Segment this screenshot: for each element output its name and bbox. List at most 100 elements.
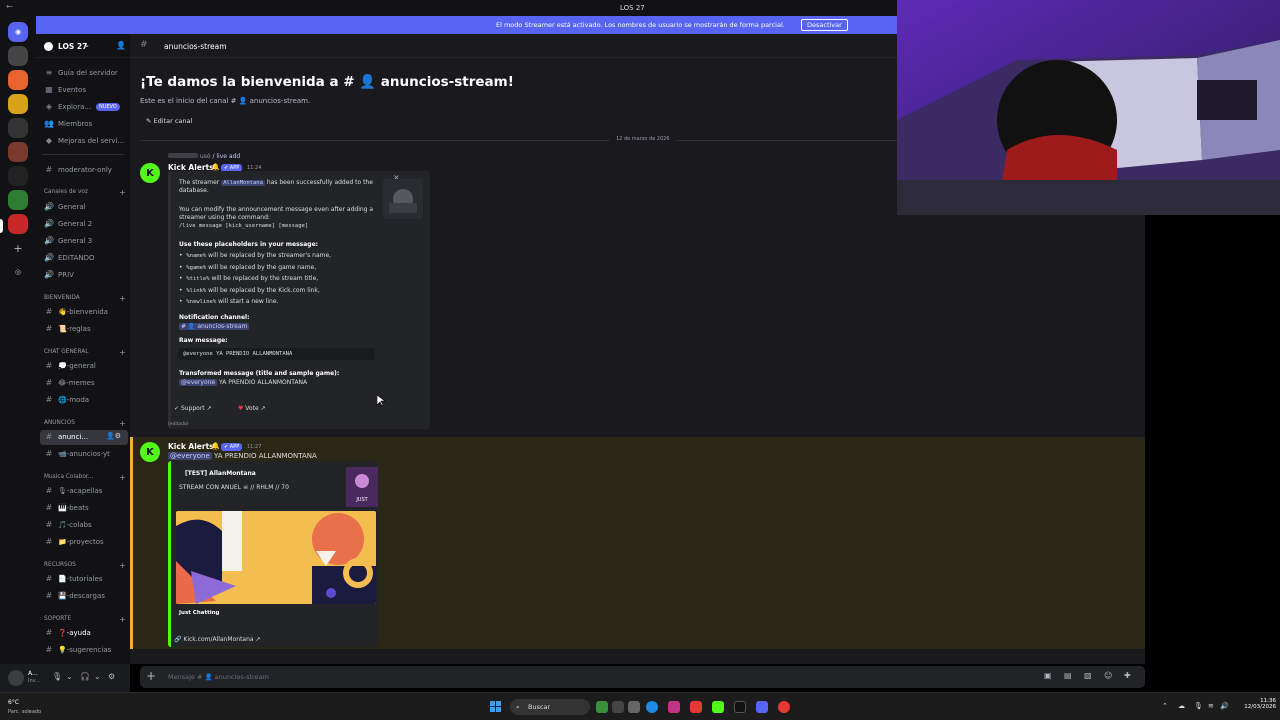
app-icon[interactable] xyxy=(612,701,624,713)
category-voice[interactable]: Canales de voz + xyxy=(44,188,128,197)
channel-settings-icon[interactable]: 👤⚙ xyxy=(106,432,121,440)
mic-icon[interactable]: 🎙 xyxy=(1194,702,1203,710)
microphone-icon[interactable]: 🎙 xyxy=(52,672,62,681)
add-channel-icon[interactable]: + xyxy=(119,615,126,624)
server-icon[interactable] xyxy=(8,46,28,66)
edge-icon[interactable] xyxy=(646,701,658,713)
kick-alerts-avatar[interactable]: K xyxy=(140,442,160,462)
volume-icon[interactable]: 🔊 xyxy=(1220,702,1229,710)
add-channel-icon[interactable]: + xyxy=(119,188,126,197)
voice-channel[interactable]: 🔊 EDITANDO xyxy=(40,251,128,266)
category-recursos[interactable]: RECURSOS + xyxy=(44,561,128,570)
text-channel[interactable]: # 🎹-beats xyxy=(40,501,128,516)
vote-button[interactable]: ♥ Vote ↗ xyxy=(234,403,270,415)
text-channel[interactable]: # 🎵-colabs xyxy=(40,518,128,533)
discord-icon[interactable] xyxy=(756,701,768,713)
category-soporte[interactable]: SOPORTE + xyxy=(44,615,128,624)
server-icon[interactable] xyxy=(8,118,28,138)
text-channel[interactable]: # 🌐-moda xyxy=(40,393,128,408)
server-icon[interactable] xyxy=(8,70,28,90)
active-server-icon[interactable] xyxy=(8,214,28,234)
sidebar-item-explore[interactable]: ◈ Explora... NUEVO xyxy=(40,100,128,115)
tiktok-icon[interactable] xyxy=(734,701,746,713)
text-channel[interactable]: # 📁-proyectos xyxy=(40,535,128,550)
text-channel[interactable]: # 👋-bienvenida xyxy=(40,305,128,320)
sidebar-item-boosts[interactable]: ◆ Mejoras del servi... xyxy=(40,134,128,149)
voice-channel[interactable]: 🔊 General xyxy=(40,200,128,215)
message-composer[interactable]: + Mensaje # 👤 anuncios-stream ▣ ▤ ▧ ☺ ✚ xyxy=(140,666,1145,688)
avatar[interactable] xyxy=(8,670,24,686)
kick-alerts-avatar[interactable]: K xyxy=(140,163,160,183)
chrome-icon[interactable] xyxy=(778,701,790,713)
chevron-down-icon[interactable]: ⌄ xyxy=(66,672,73,681)
chevron-up-icon[interactable]: ⌃ xyxy=(1162,702,1168,710)
text-channel[interactable]: # 📄-tutoriales xyxy=(40,572,128,587)
sidebar-item-events[interactable]: ▦ Eventos xyxy=(40,83,128,98)
server-icon[interactable] xyxy=(8,142,28,162)
chevron-down-icon[interactable]: ⌄ xyxy=(94,672,101,681)
server-icon[interactable] xyxy=(8,166,28,186)
invite-people-icon[interactable]: 👤 xyxy=(116,41,126,50)
add-channel-icon[interactable]: + xyxy=(119,294,126,303)
everyone-mention[interactable]: @everyone xyxy=(168,452,212,460)
add-channel-icon[interactable]: + xyxy=(119,419,126,428)
cloud-icon[interactable]: ☁ xyxy=(1178,702,1185,710)
text-channel-unread[interactable]: # ❓-ayuda xyxy=(40,626,128,641)
taskbar-clock[interactable]: 11:36 12/03/2026 xyxy=(1236,698,1276,710)
gif-icon[interactable]: ▤ xyxy=(1064,671,1072,680)
sidebar-item-members[interactable]: 👥 Miembros xyxy=(40,117,128,132)
add-channel-icon[interactable]: + xyxy=(119,561,126,570)
kick-link-button[interactable]: 🔗 Kick.com/AllanMontana ↗ xyxy=(170,634,265,646)
server-header[interactable]: LOS 27 ⌄ 👤 xyxy=(36,34,130,58)
text-channel[interactable]: # 📜-reglas xyxy=(40,322,128,337)
wifi-icon[interactable]: ≋ xyxy=(1208,702,1214,710)
back-arrow-icon[interactable]: ← xyxy=(6,2,13,11)
category-musica[interactable]: Musica Colabor... + xyxy=(44,473,128,482)
sticker-icon[interactable]: ▧ xyxy=(1084,671,1092,680)
voice-channel[interactable]: 🔊 PRIV xyxy=(40,268,128,283)
category-anuncios[interactable]: ANUNCIOS + xyxy=(44,419,128,428)
deactivate-button[interactable]: Desactivar xyxy=(801,19,848,31)
discord-home-icon[interactable]: ◉ xyxy=(8,22,28,42)
category-chat-general[interactable]: CHAT GENERAL + xyxy=(44,348,128,357)
embed-author[interactable]: [TEST] AllanMontana xyxy=(185,470,256,477)
youtube-icon[interactable] xyxy=(690,701,702,713)
add-channel-icon[interactable]: + xyxy=(119,473,126,482)
weather-temp[interactable]: 6°C xyxy=(8,699,19,706)
stream-preview-image[interactable] xyxy=(176,511,376,604)
text-channel[interactable]: # 💡-sugerencias xyxy=(40,643,128,658)
embed-title[interactable]: STREAM CON ANUEL ☠ // RHLM // 70 xyxy=(179,484,289,491)
server-icon[interactable] xyxy=(8,190,28,210)
voice-channel[interactable]: 🔊 General 3 xyxy=(40,234,128,249)
text-channel-active[interactable]: # anunci... 👤⚙ xyxy=(40,430,128,445)
taskbar-search[interactable]: ⌕ Buscar xyxy=(510,699,590,715)
kick-icon[interactable] xyxy=(712,701,724,713)
apps-icon[interactable]: ✚ xyxy=(1124,671,1131,680)
voice-channel[interactable]: 🔊 General 2 xyxy=(40,217,128,232)
add-channel-icon[interactable]: + xyxy=(119,348,126,357)
message-author[interactable]: Kick Alerts xyxy=(168,442,214,451)
category-bienvenida[interactable]: BIENVENIDA + xyxy=(44,294,128,303)
slash-command[interactable]: / live add xyxy=(212,153,240,160)
support-button[interactable]: ✓ Support ↗ xyxy=(170,403,216,415)
discover-icon[interactable]: ◎ xyxy=(8,262,28,282)
gear-icon[interactable]: ⚙ xyxy=(108,672,115,681)
sidebar-item-guide[interactable]: ≡ Guía del servidor xyxy=(40,66,128,81)
headphones-icon[interactable]: 🎧 xyxy=(80,672,90,681)
add-attachment-icon[interactable]: + xyxy=(146,669,156,683)
channel-mention[interactable]: # 👤 anuncios-stream xyxy=(179,323,250,330)
server-icon[interactable] xyxy=(8,94,28,114)
add-server-icon[interactable]: + xyxy=(8,238,28,258)
text-channel[interactable]: # 💾-descargas xyxy=(40,589,128,604)
windows-start-icon[interactable] xyxy=(490,701,501,712)
text-channel[interactable]: # 📹-anuncios-yt xyxy=(40,447,128,462)
text-channel[interactable]: # 💭-general xyxy=(40,359,128,374)
task-view-icon[interactable] xyxy=(628,701,640,713)
edit-channel-button[interactable]: ✎ Editar canal xyxy=(140,115,192,128)
text-channel[interactable]: # 🎙-acapellas xyxy=(40,484,128,499)
emoji-icon[interactable]: ☺ xyxy=(1104,671,1112,680)
channel-moderator-only[interactable]: # moderator-only xyxy=(40,163,128,178)
text-channel[interactable]: # 😂-memes xyxy=(40,376,128,391)
instagram-icon[interactable] xyxy=(668,701,680,713)
gift-icon[interactable]: ▣ xyxy=(1044,671,1052,680)
